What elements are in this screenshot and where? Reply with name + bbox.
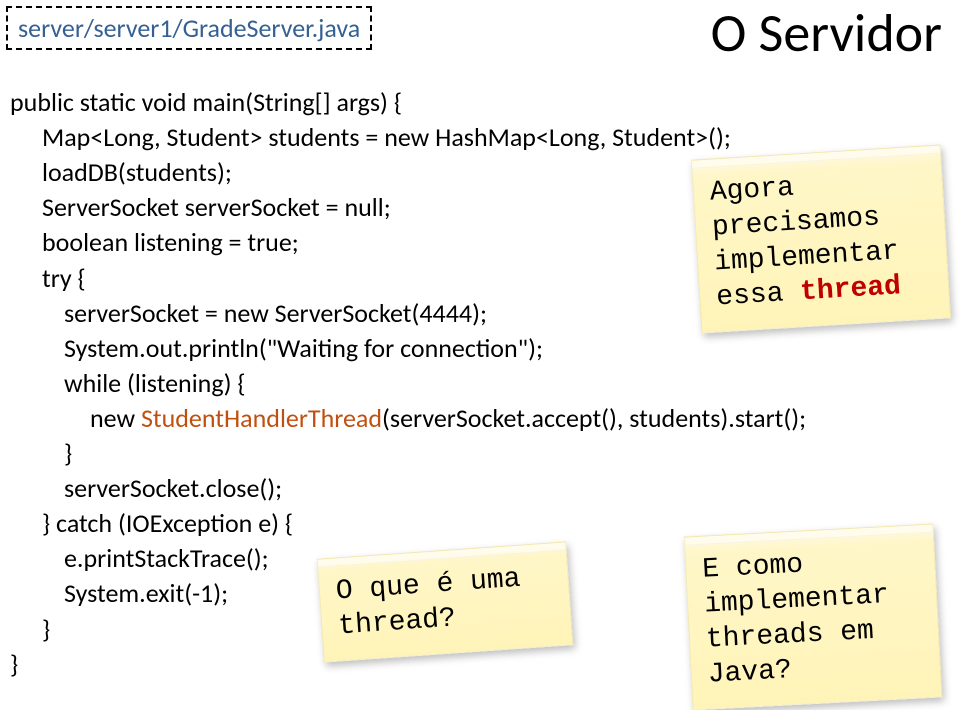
file-path-box: server/server1/GradeServer.java [6,6,372,50]
code-line: } catch (IOException e) { [10,506,293,541]
code-line: System.exit(-1); [10,576,228,611]
sticky-text: Agora [709,173,795,209]
code-line: serverSocket.close(); [10,471,282,506]
code-line: boolean listening = true; [10,225,299,260]
code-line: ServerSocket serverSocket = null; [10,190,391,225]
code-line: serverSocket = new ServerSocket(4444); [10,296,487,331]
sticky-text: implementar [703,580,889,621]
sticky-text: Java? [707,655,793,690]
class-name: StudentHandlerThread [141,402,382,434]
sticky-text: E como [702,549,804,585]
code-line: Map<Long, Student> students = new HashMa… [10,120,731,155]
sticky-note-thread: Agora precisamos implementar essa thread [691,145,951,334]
code-line: System.out.println("Waiting for connecti… [10,331,543,366]
sticky-text: essa thread [715,271,901,313]
code-line: e.printStackTrace(); [10,541,269,576]
sticky-note-question: O que é uma thread? [317,541,574,662]
code-line: } [10,436,72,471]
sticky-text: precisamos [711,202,881,243]
code-line: loadDB(students); [10,155,232,190]
code-line: } [10,648,18,680]
sticky-text: thread? [337,603,457,642]
code-line: public static void main(String[] args) { [10,86,402,118]
code-line: } [10,612,50,647]
sticky-text: O que é uma [335,564,522,608]
code-line: try { [10,261,86,296]
file-path: server/server1/GradeServer.java [18,12,360,44]
sticky-text: threads em [705,616,874,656]
code-line: while (listening) { [10,366,246,401]
sticky-note-java: E como implementar threads em Java? [684,524,943,710]
code-line: new StudentHandlerThread(serverSocket.ac… [10,401,806,436]
